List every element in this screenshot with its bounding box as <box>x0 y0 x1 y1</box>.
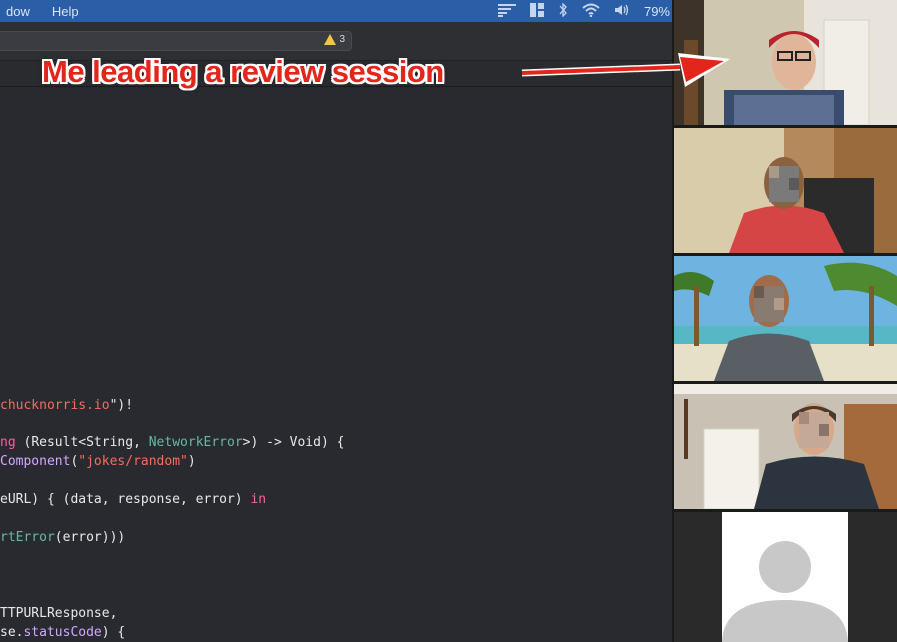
activity-viewer: 3 <box>0 31 352 51</box>
bluetooth-icon[interactable] <box>558 1 568 20</box>
code-token: statusCode <box>23 625 102 640</box>
code-line[interactable]: TTPURLResponse, <box>0 606 117 621</box>
code-token: eURL) { (data, response, error) <box>0 492 251 507</box>
warning-count: 3 <box>339 34 345 45</box>
code-token: ) <box>187 454 196 469</box>
menu-bars-icon[interactable] <box>497 3 516 20</box>
code-token: String <box>86 435 134 450</box>
code-token: "jokes/random" <box>78 454 188 469</box>
code-token: rtError <box>0 530 55 545</box>
code-token: se. <box>0 625 24 640</box>
participant-video-4[interactable] <box>674 384 897 509</box>
volume-icon[interactable] <box>614 3 630 20</box>
code-token: Result <box>31 435 79 450</box>
wifi-icon[interactable] <box>582 3 600 20</box>
warning-indicator[interactable]: 3 <box>324 34 345 45</box>
annotation-text: Me leading a review session <box>42 54 444 89</box>
code-token: TTPURLResponse, <box>0 606 118 621</box>
code-token: chucknorris.io <box>0 398 110 413</box>
code-token: (error))) <box>54 530 126 545</box>
code-token: , <box>133 435 149 450</box>
menu-item-window[interactable]: dow <box>0 4 36 19</box>
code-token: ) { <box>101 625 126 640</box>
video-call-strip <box>672 0 897 642</box>
warning-triangle-icon <box>324 34 337 45</box>
code-line[interactable]: chucknorris.io")! <box>0 398 133 413</box>
code-editor[interactable]: chucknorris.io")! ng (Result<String, Netw… <box>0 87 672 642</box>
code-token: Void <box>289 435 321 450</box>
annotation-arrow <box>521 53 730 87</box>
code-line[interactable]: rtError(error))) <box>0 530 125 545</box>
code-token: Component <box>0 454 71 469</box>
code-line[interactable]: ng (Result<String, NetworkError>) -> Voi… <box>0 435 344 450</box>
code-token: >) -> <box>242 435 290 450</box>
code-token: ng <box>0 435 24 450</box>
status-area: 79% <box>497 1 672 20</box>
participant-video-2[interactable] <box>674 128 897 253</box>
code-line[interactable]: se.statusCode) { <box>0 625 125 640</box>
code-token: ) { <box>320 435 345 450</box>
code-token: < <box>78 435 87 450</box>
code-token: in <box>250 492 267 507</box>
code-token: ")! <box>109 398 134 413</box>
code-line[interactable]: eURL) { (data, response, error) in <box>0 492 266 507</box>
menu-bar: dow Help 79% <box>0 0 672 22</box>
battery-percent[interactable]: 79% <box>644 4 670 19</box>
window-layout-icon[interactable] <box>529 2 544 20</box>
participant-video-5[interactable] <box>674 512 897 642</box>
code-token: NetworkError <box>148 435 243 450</box>
participant-video-3[interactable] <box>674 256 897 381</box>
code-line[interactable]: Component("jokes/random") <box>0 454 196 469</box>
menu-item-help[interactable]: Help <box>46 4 85 19</box>
